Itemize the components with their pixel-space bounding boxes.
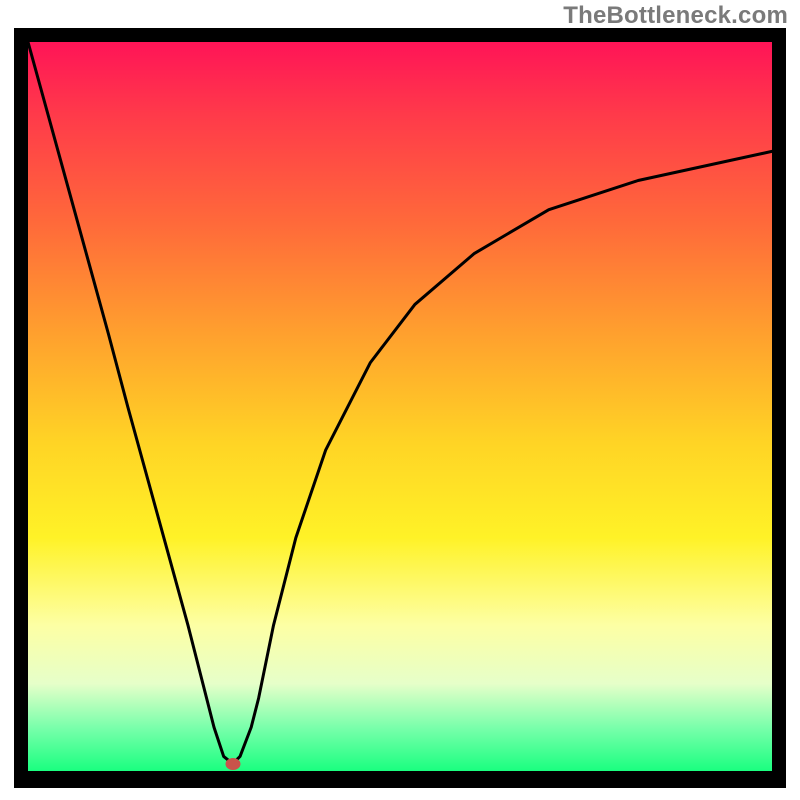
chart-frame bbox=[14, 28, 786, 788]
watermark-text: TheBottleneck.com bbox=[563, 2, 788, 30]
minimum-marker-dot bbox=[226, 758, 240, 769]
chart-container: TheBottleneck.com bbox=[0, 0, 800, 800]
bottleneck-curve bbox=[28, 42, 772, 771]
plot-area bbox=[28, 42, 772, 771]
